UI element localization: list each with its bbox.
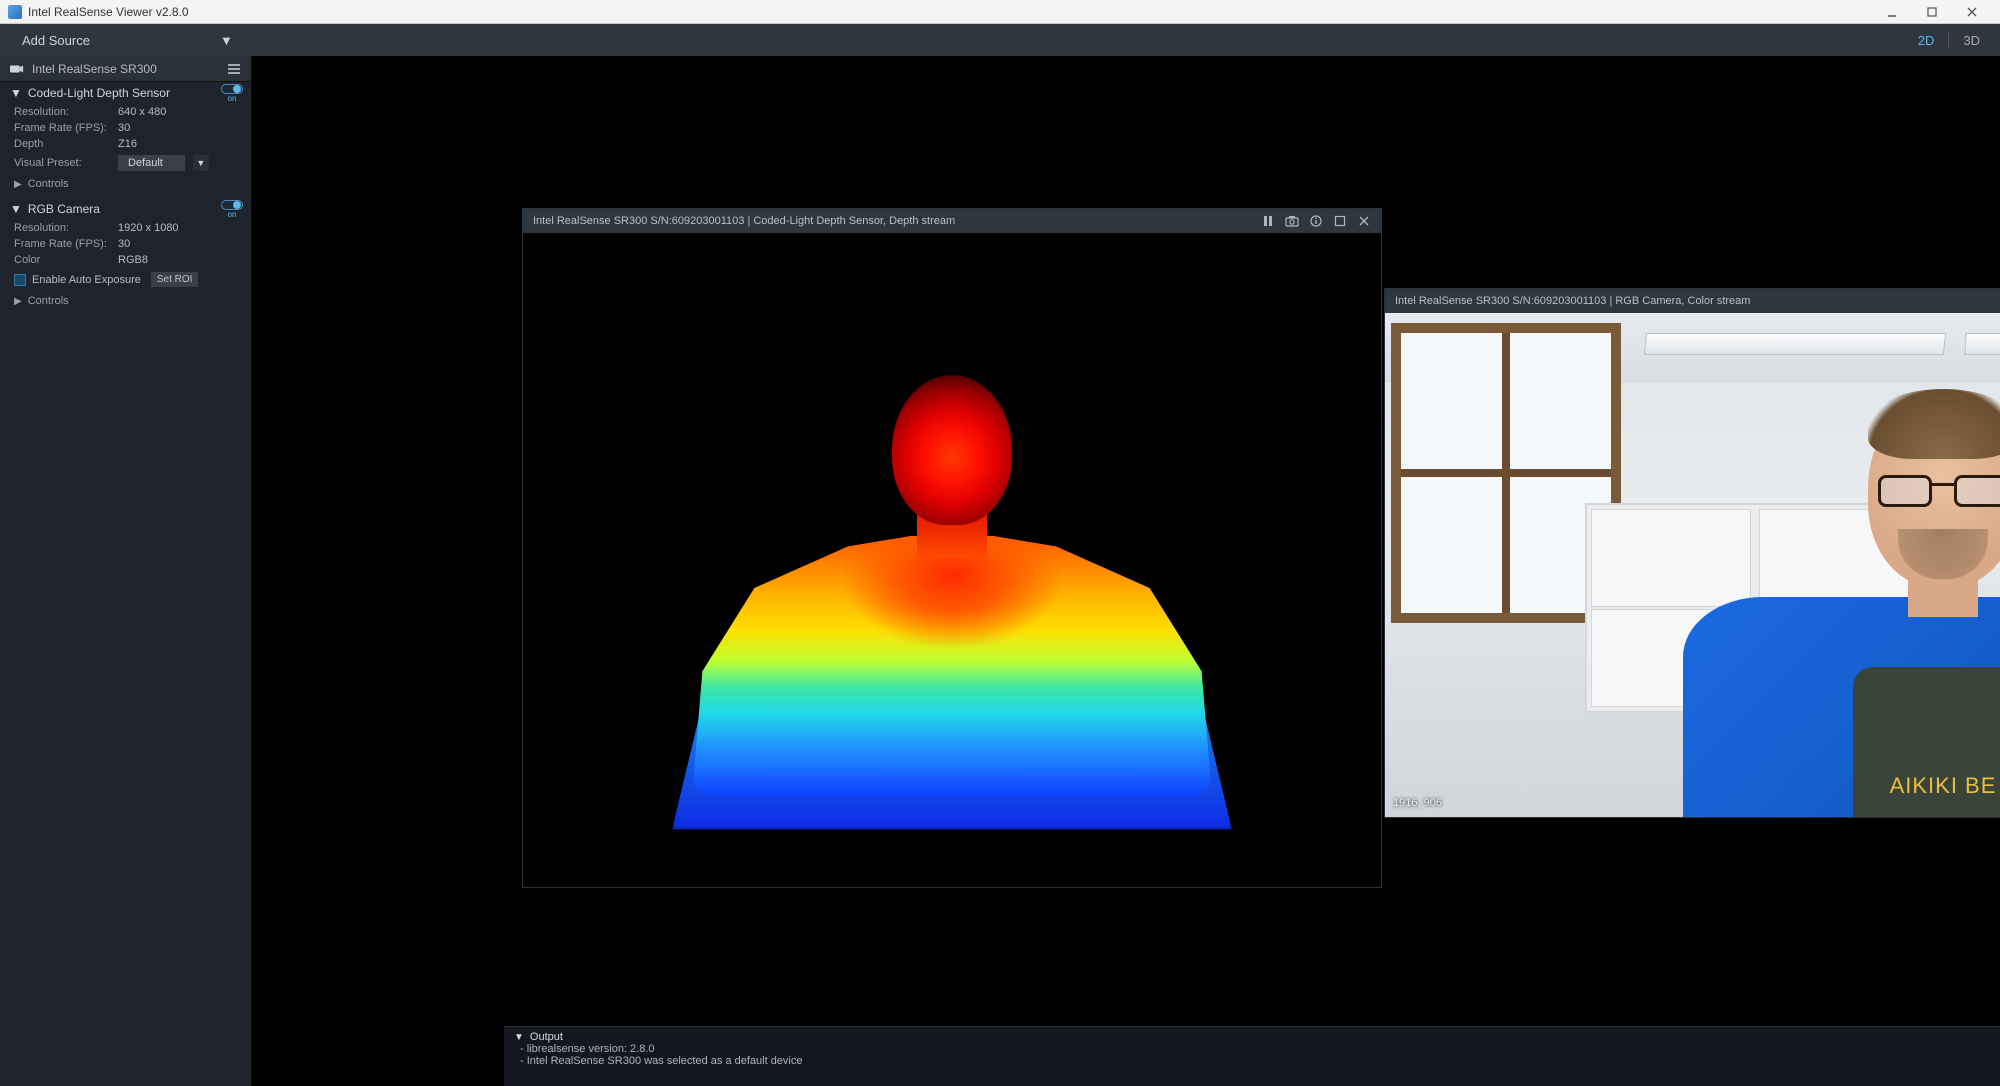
value: 640 x 480	[118, 106, 166, 118]
separator	[1948, 31, 1949, 49]
camera-icon	[10, 64, 24, 74]
auto-exposure-row: Enable Auto Exposure Set ROI	[0, 268, 251, 291]
output-line: - Intel RealSense SR300 was selected as …	[514, 1055, 1990, 1067]
caret-down-icon: ▼	[10, 202, 22, 216]
visual-preset-select[interactable]: Default	[118, 155, 185, 171]
value: 1920 x 1080	[118, 222, 179, 234]
visual-preset-row: Visual Preset: Default ▼	[0, 152, 251, 174]
depth-format-row[interactable]: Depth Z16	[0, 136, 251, 152]
caret-down-icon: ▼	[10, 86, 22, 100]
output-header[interactable]: ▼ Output	[514, 1031, 1990, 1043]
sidebar: Intel RealSense SR300 ▼ Coded-Light Dept…	[0, 56, 252, 1086]
view-2d-button[interactable]: 2D	[1910, 29, 1943, 52]
label: Frame Rate (FPS):	[14, 122, 118, 134]
label: Frame Rate (FPS):	[14, 238, 118, 250]
rgb-camera-header[interactable]: ▼ RGB Camera on	[0, 198, 251, 220]
device-header[interactable]: Intel RealSense SR300	[0, 56, 251, 82]
label: Visual Preset:	[14, 157, 110, 169]
depth-controls-expander[interactable]: ▶ Controls	[0, 174, 251, 194]
rgb-stream-toggle[interactable]: on	[221, 200, 243, 219]
caret-right-icon: ▶	[14, 179, 22, 190]
color-stream-view[interactable]: AIKIKI BE 1916, 906	[1385, 313, 2000, 817]
view-3d-button[interactable]: 3D	[1955, 29, 1988, 52]
device-name: Intel RealSense SR300	[32, 62, 157, 76]
depth-sensor-header[interactable]: ▼ Coded-Light Depth Sensor on	[0, 82, 251, 104]
controls-label: Controls	[28, 178, 69, 190]
window-minimize-button[interactable]	[1872, 0, 1912, 24]
caret-down-icon: ▼	[514, 1032, 524, 1043]
depth-stream-panel: Intel RealSense SR300 S/N:609203001103 |…	[522, 208, 1382, 888]
app-icon	[8, 5, 22, 19]
color-panel-title: Intel RealSense SR300 S/N:609203001103 |…	[1395, 295, 2000, 307]
depth-panel-header: Intel RealSense SR300 S/N:609203001103 |…	[523, 209, 1381, 233]
color-stream-panel: Intel RealSense SR300 S/N:609203001103 |…	[1384, 288, 2000, 818]
value: RGB8	[118, 254, 148, 266]
toggle-state-label: on	[228, 94, 237, 103]
hamburger-menu-icon[interactable]	[227, 63, 241, 75]
window-titlebar: Intel RealSense Viewer v2.8.0	[0, 0, 2000, 24]
label: Resolution:	[14, 222, 118, 234]
maximize-icon[interactable]	[1333, 214, 1347, 228]
pause-icon[interactable]	[1261, 214, 1275, 228]
preset-dropdown-button[interactable]: ▼	[193, 155, 209, 171]
value: 30	[118, 238, 130, 250]
window-title: Intel RealSense Viewer v2.8.0	[28, 5, 189, 19]
value: 30	[118, 122, 130, 134]
toggle-state-label: on	[228, 210, 237, 219]
caret-right-icon: ▶	[14, 296, 22, 307]
label: Resolution:	[14, 106, 118, 118]
window-maximize-button[interactable]	[1912, 0, 1952, 24]
add-source-dropdown[interactable]: Add Source ▼	[12, 27, 243, 54]
info-icon[interactable]	[1309, 214, 1323, 228]
rgb-format-row[interactable]: Color RGB8	[0, 252, 251, 268]
snapshot-icon[interactable]	[1285, 214, 1299, 228]
value: Z16	[118, 138, 137, 150]
rgb-controls-expander[interactable]: ▶ Controls	[0, 291, 251, 311]
auto-exposure-label: Enable Auto Exposure	[32, 274, 141, 286]
add-source-label: Add Source	[22, 33, 90, 48]
depth-stream-view[interactable]	[523, 233, 1381, 887]
controls-label: Controls	[28, 295, 69, 307]
chevron-down-icon: ▼	[220, 33, 233, 48]
tshirt-text: AIKIKI BE	[1890, 773, 1997, 799]
main-toolbar: Add Source ▼ 2D 3D	[0, 24, 2000, 56]
set-roi-button[interactable]: Set ROI	[151, 272, 199, 287]
depth-panel-title: Intel RealSense SR300 S/N:609203001103 |…	[533, 215, 1261, 227]
label: Depth	[14, 138, 118, 150]
cursor-coordinates-overlay: 1916, 906	[1393, 797, 1442, 809]
depth-sensor-title: Coded-Light Depth Sensor	[28, 86, 170, 100]
view-mode-toggle: 2D 3D	[1910, 29, 1988, 52]
depth-heatmap-silhouette	[632, 344, 1272, 824]
color-panel-header: Intel RealSense SR300 S/N:609203001103 |…	[1385, 289, 2000, 313]
chevron-down-icon: ▼	[196, 158, 205, 168]
output-title: Output	[530, 1031, 563, 1043]
label: Color	[14, 254, 118, 266]
main-viewport: Intel RealSense SR300 S/N:609203001103 |…	[252, 56, 2000, 1086]
window-close-button[interactable]	[1952, 0, 1992, 24]
output-panel: ▼ Output - librealsense version: 2.8.0 -…	[504, 1026, 2000, 1086]
close-icon[interactable]	[1357, 214, 1371, 228]
output-line: - librealsense version: 2.8.0	[514, 1043, 1990, 1055]
depth-stream-toggle[interactable]: on	[221, 84, 243, 103]
rgb-resolution-row[interactable]: Resolution: 1920 x 1080	[0, 220, 251, 236]
depth-resolution-row[interactable]: Resolution: 640 x 480	[0, 104, 251, 120]
rgb-fps-row[interactable]: Frame Rate (FPS): 30	[0, 236, 251, 252]
rgb-camera-image: AIKIKI BE 1916, 906	[1385, 313, 2000, 817]
depth-fps-row[interactable]: Frame Rate (FPS): 30	[0, 120, 251, 136]
auto-exposure-checkbox[interactable]	[14, 274, 26, 286]
rgb-camera-title: RGB Camera	[28, 202, 100, 216]
